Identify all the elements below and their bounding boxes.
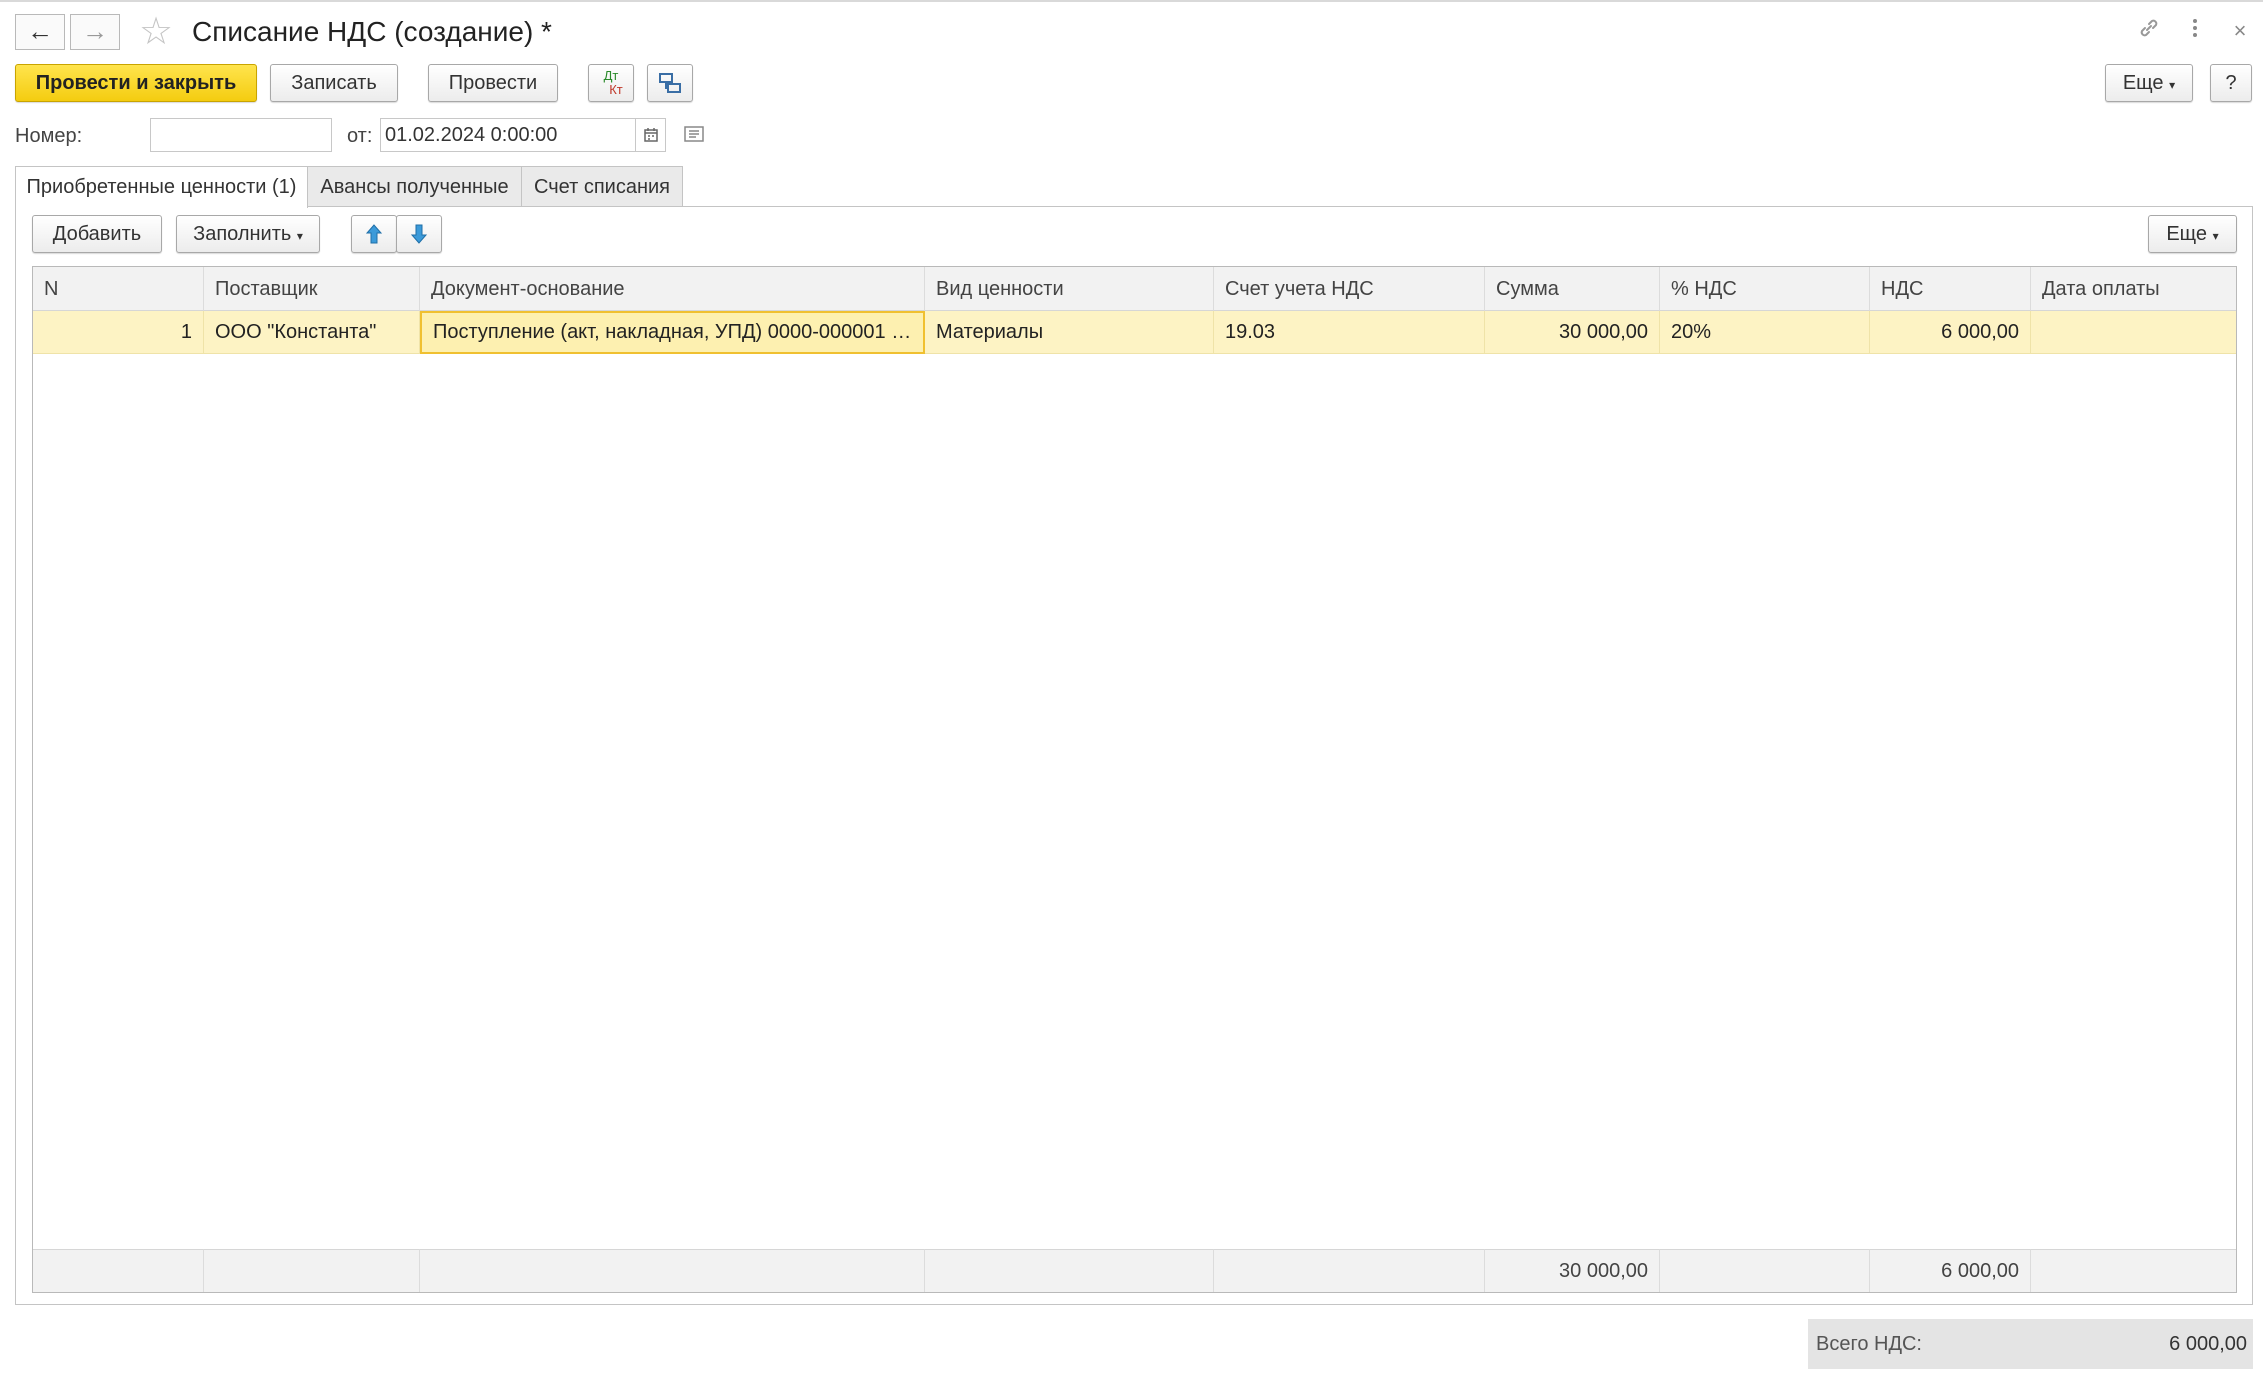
dt-icon-text: Дт: [603, 68, 619, 83]
table-more-button-label: Еще: [2166, 223, 2208, 245]
kt-icon-text: Кт: [609, 82, 623, 97]
number-label: Номер:: [15, 125, 83, 147]
column-header-sum[interactable]: Сумма: [1485, 267, 1660, 311]
column-header-base-document[interactable]: Документ-основание: [420, 267, 925, 311]
footer-cell: [420, 1249, 925, 1292]
total-vat-value: 6 000,00: [2169, 1333, 2247, 1355]
total-vat-box: Всего НДС: 6 000,00: [1808, 1319, 2253, 1369]
save-button[interactable]: Записать: [270, 64, 398, 102]
footer-cell: [1214, 1249, 1485, 1292]
number-field[interactable]: [150, 118, 332, 152]
tab-advances-received[interactable]: Авансы полученные: [307, 166, 522, 206]
arrow-up-icon: [365, 224, 383, 244]
calendar-icon: [643, 128, 658, 142]
fill-button-label: Заполнить: [193, 223, 292, 245]
favorite-star-icon[interactable]: ☆: [139, 12, 173, 52]
comment-icon[interactable]: [684, 126, 706, 149]
table-more-button[interactable]: Еще ▾: [2148, 215, 2237, 253]
footer-cell: [33, 1249, 204, 1292]
post-and-close-button[interactable]: Провести и закрыть: [15, 64, 257, 102]
document-structure-icon: [659, 73, 681, 93]
column-header-value-type[interactable]: Вид ценности: [925, 267, 1214, 311]
column-header-vat-account[interactable]: Счет учета НДС: [1214, 267, 1485, 311]
more-button-label: Еще: [2122, 72, 2164, 94]
date-label: от:: [347, 125, 373, 147]
footer-total-vat: 6 000,00: [1870, 1249, 2031, 1292]
back-button[interactable]: ←: [15, 14, 65, 50]
column-header-supplier[interactable]: Поставщик: [204, 267, 420, 311]
cell-sum[interactable]: 30 000,00: [1485, 311, 1660, 354]
footer-cell: [2031, 1249, 2236, 1292]
column-header-n[interactable]: N: [33, 267, 204, 311]
cell-vat[interactable]: 6 000,00: [1870, 311, 2031, 354]
structure-button[interactable]: [647, 64, 693, 102]
move-up-button[interactable]: [351, 215, 397, 253]
arrow-right-icon: →: [82, 16, 108, 46]
calendar-button[interactable]: [636, 118, 666, 152]
dtkt-report-button[interactable]: Дт Кт: [588, 64, 634, 102]
dropdown-arrow-icon: ▾: [296, 229, 303, 243]
items-table: N Поставщик Документ-основание Вид ценно…: [32, 266, 2237, 1293]
tab-write-off-account[interactable]: Счет списания: [521, 166, 683, 206]
cell-vat-account[interactable]: 19.03: [1214, 311, 1485, 354]
footer-cell: [204, 1249, 420, 1292]
arrow-left-icon: ←: [27, 16, 53, 46]
footer-cell: [925, 1249, 1214, 1292]
cell-value-type[interactable]: Материалы: [925, 311, 1214, 354]
dropdown-arrow-icon: ▾: [2212, 229, 2219, 243]
fill-button[interactable]: Заполнить ▾: [176, 215, 320, 253]
cell-supplier[interactable]: ООО "Константа": [204, 311, 420, 354]
move-down-button[interactable]: [396, 215, 442, 253]
cell-base-document[interactable]: Поступление (акт, накладная, УПД) 0000-0…: [420, 311, 925, 354]
help-button[interactable]: ?: [2210, 64, 2252, 102]
more-button[interactable]: Еще ▾: [2105, 64, 2193, 102]
link-icon[interactable]: [2134, 16, 2164, 48]
column-header-vat[interactable]: НДС: [1870, 267, 2031, 311]
cell-payment-date[interactable]: [2031, 311, 2236, 354]
add-row-button[interactable]: Добавить: [32, 215, 162, 253]
column-header-vat-rate[interactable]: % НДС: [1660, 267, 1870, 311]
tab-acquired-values[interactable]: Приобретенные ценности (1): [15, 166, 308, 208]
footer-cell: [1660, 1249, 1870, 1292]
window-title: Списание НДС (создание) *: [192, 16, 552, 47]
column-header-payment-date[interactable]: Дата оплаты: [2031, 267, 2236, 311]
cell-vat-rate[interactable]: 20%: [1660, 311, 1870, 354]
date-field[interactable]: 01.02.2024 0:00:00: [380, 118, 636, 152]
footer-total-sum: 30 000,00: [1485, 1249, 1660, 1292]
cell-n[interactable]: 1: [33, 311, 204, 354]
arrow-down-icon: [410, 224, 428, 244]
dropdown-arrow-icon: ▾: [2169, 78, 2176, 92]
post-button[interactable]: Провести: [428, 64, 558, 102]
close-icon[interactable]: ×: [2225, 16, 2255, 46]
forward-button[interactable]: →: [70, 14, 120, 50]
total-vat-label: Всего НДС:: [1816, 1333, 1922, 1355]
window-top-border: [0, 0, 2263, 2]
kebab-menu-icon[interactable]: [2180, 16, 2210, 48]
